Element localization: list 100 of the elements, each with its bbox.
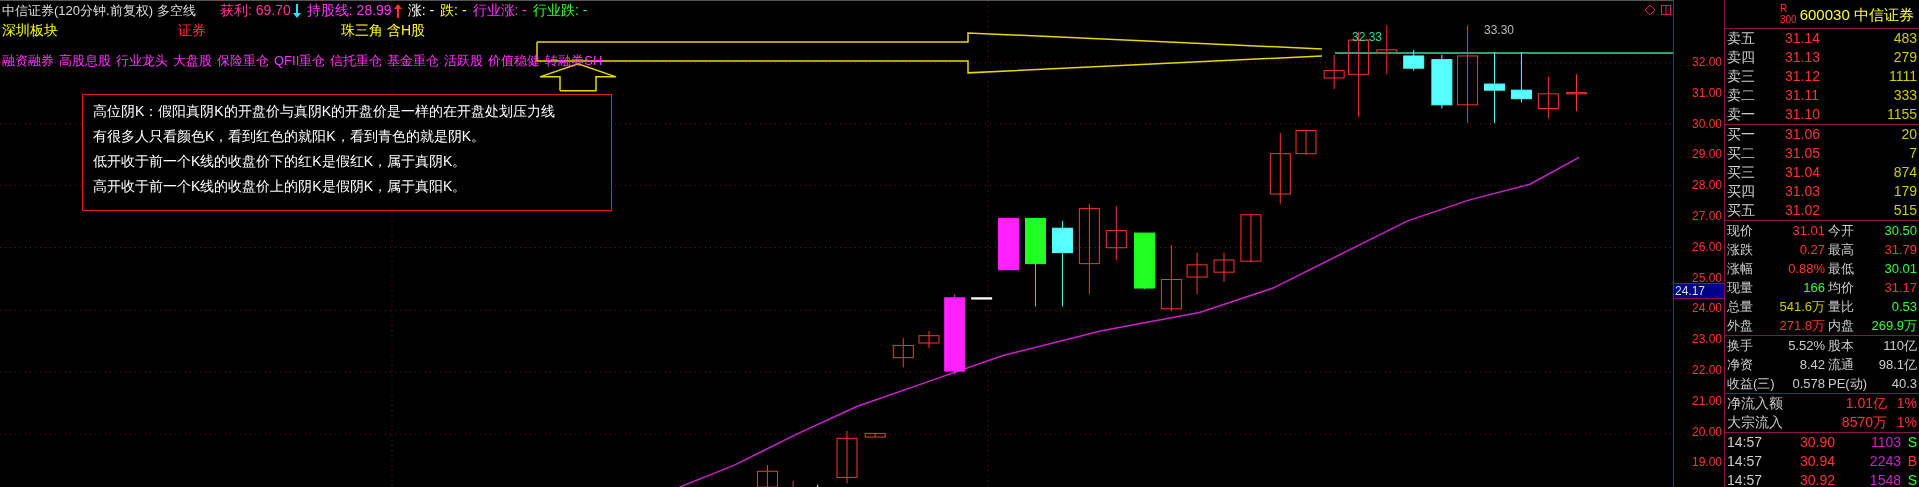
order-price: 31.05 xyxy=(1785,144,1822,163)
concept-tag: 融资融券 xyxy=(2,51,54,71)
candlestick xyxy=(998,217,1020,271)
finance-value: 5.52% xyxy=(1787,337,1825,355)
candlestick xyxy=(1186,252,1208,295)
candlestick xyxy=(792,480,794,487)
stat-value: 541.6万 xyxy=(1778,298,1825,316)
chart-title: 中信证券(120分钟.前复权) 多空线 xyxy=(2,1,197,20)
annotation-line: 高位阴K：假阳真阴K的开盘价与真阴K的开盘价是一样的在开盘处划压力线 xyxy=(93,102,556,121)
finance-value: 98.1亿 xyxy=(1877,356,1917,374)
indicator-value: 行业跌: - xyxy=(533,1,588,20)
order-level-label: 买三 xyxy=(1727,163,1756,182)
order-volume: 333 xyxy=(1892,86,1917,105)
flow-percent: 1% xyxy=(1895,413,1917,432)
candlestick xyxy=(971,297,993,300)
concept-tag: 基金重仓 xyxy=(387,51,440,71)
annotation-line: 有很多人只看颜色K，看到红色的就阳K，看到青色的就是阴K。 xyxy=(93,127,486,146)
price-axis-label: 26.00 xyxy=(1691,239,1722,254)
stat-label: 现价 xyxy=(1727,222,1754,240)
stat-label: 今开 xyxy=(1827,222,1855,240)
finance-label: 收益(三) xyxy=(1727,375,1776,393)
price-axis-label: 19.00 xyxy=(1691,455,1722,470)
candlestick xyxy=(864,432,886,438)
sector-tag: 珠三角 含H股 xyxy=(341,19,425,41)
price-axis-label: 25.00 xyxy=(1691,270,1722,285)
concept-tag: 高股息股 xyxy=(59,51,111,71)
tick-volume: 1103 xyxy=(1869,433,1901,452)
order-level-label: 买二 xyxy=(1727,144,1756,163)
indicator-value: 获利: 69.70 xyxy=(220,1,291,20)
stat-label: 涨幅 xyxy=(1727,260,1754,278)
stock-title: 600030 中信证券 xyxy=(1799,4,1914,24)
order-volume: 279 xyxy=(1892,48,1917,67)
indicator-value: 持股线: 28.99 xyxy=(306,1,392,20)
sector-tag: 深圳板块 xyxy=(2,19,58,41)
high-price-label: 33.30 xyxy=(1484,22,1515,39)
price-axis-label: 29.00 xyxy=(1691,147,1722,162)
finance-label: PE(动) xyxy=(1827,375,1868,393)
candlestick xyxy=(1105,205,1127,261)
concept-tag: 行业龙头 xyxy=(116,51,168,71)
finance-value: 8.42 xyxy=(1798,356,1825,374)
candlestick xyxy=(756,464,778,487)
finance-label: 净资 xyxy=(1727,356,1754,374)
finance-value: 110亿 xyxy=(1882,337,1917,355)
indicator-value: 跌: - xyxy=(440,1,467,20)
order-level-label: 卖三 xyxy=(1727,67,1756,86)
tick-side: B xyxy=(1906,452,1917,471)
order-volume: 874 xyxy=(1892,163,1917,182)
price-axis-label: 21.00 xyxy=(1691,393,1722,408)
stat-label: 涨跌 xyxy=(1727,241,1754,259)
order-level-label: 卖五 xyxy=(1727,29,1756,48)
candlestick xyxy=(1240,214,1262,263)
indicator-value: 行业涨: - xyxy=(472,1,527,20)
candlestick xyxy=(1403,49,1425,72)
finance-value: 0.578 xyxy=(1791,375,1825,393)
order-volume: 515 xyxy=(1892,201,1917,220)
candlestick xyxy=(892,337,914,368)
candlestick xyxy=(918,330,940,349)
indicator-value: 涨: - xyxy=(407,1,435,20)
order-volume: 483 xyxy=(1892,29,1917,48)
flow-value: 8570万 xyxy=(1840,413,1887,432)
panel-toggle-icon[interactable] xyxy=(1661,5,1671,15)
stat-value: 31.01 xyxy=(1791,222,1825,240)
finance-label: 股本 xyxy=(1827,337,1855,355)
price-axis-label: 27.00 xyxy=(1691,209,1722,223)
price-axis-label: 30.00 xyxy=(1691,116,1722,131)
tick-side: S xyxy=(1906,433,1917,452)
cursor-price-label: 24.17 xyxy=(1674,283,1724,299)
diamond-icon[interactable] xyxy=(1645,5,1655,15)
candlestick xyxy=(1510,51,1532,103)
order-price: 31.02 xyxy=(1785,201,1822,220)
concept-tag: 活跃股 xyxy=(444,51,484,71)
candlestick xyxy=(1160,244,1182,312)
stat-value: 30.01 xyxy=(1883,260,1917,278)
stat-label: 内盘 xyxy=(1827,317,1855,335)
badge-bottom-text: 300 xyxy=(1780,14,1797,25)
sector-tag: 证券 xyxy=(178,19,206,41)
badge-top-text: R xyxy=(1780,3,1789,14)
order-level-label: 买一 xyxy=(1727,125,1756,144)
price-axis-label: 23.00 xyxy=(1691,332,1722,347)
concept-tag: 价值稳健 xyxy=(488,51,541,71)
order-level-label: 买五 xyxy=(1727,201,1756,220)
finance-value: 40.3 xyxy=(1890,375,1917,393)
flow-percent: 1% xyxy=(1895,394,1917,413)
order-volume: 1155 xyxy=(1885,105,1917,124)
annotation-line: 低开收于前一个K线的收盘价下的红K是假红K，属于真阴K。 xyxy=(93,152,468,171)
price-axis-label: 24.00 xyxy=(1691,301,1722,316)
order-level-label: 买四 xyxy=(1727,182,1756,201)
tick-time: 14:57 xyxy=(1727,471,1764,487)
order-price: 31.04 xyxy=(1785,163,1822,182)
candlestick xyxy=(817,484,819,487)
finance-label: 流通 xyxy=(1827,356,1855,374)
tick-volume: 1548 xyxy=(1868,471,1901,487)
order-level-label: 卖一 xyxy=(1727,105,1756,124)
order-price: 31.12 xyxy=(1785,67,1822,86)
annotation-line: 高开收于前一个K线的收盘价上的阴K是假阴K，属于真阳K。 xyxy=(93,177,468,196)
candlestick xyxy=(1295,130,1317,156)
order-volume: 7 xyxy=(1908,144,1917,163)
price-axis-label: 28.00 xyxy=(1691,178,1722,193)
stat-label: 最高 xyxy=(1827,241,1855,259)
flow-value: 1.01亿 xyxy=(1844,394,1887,413)
